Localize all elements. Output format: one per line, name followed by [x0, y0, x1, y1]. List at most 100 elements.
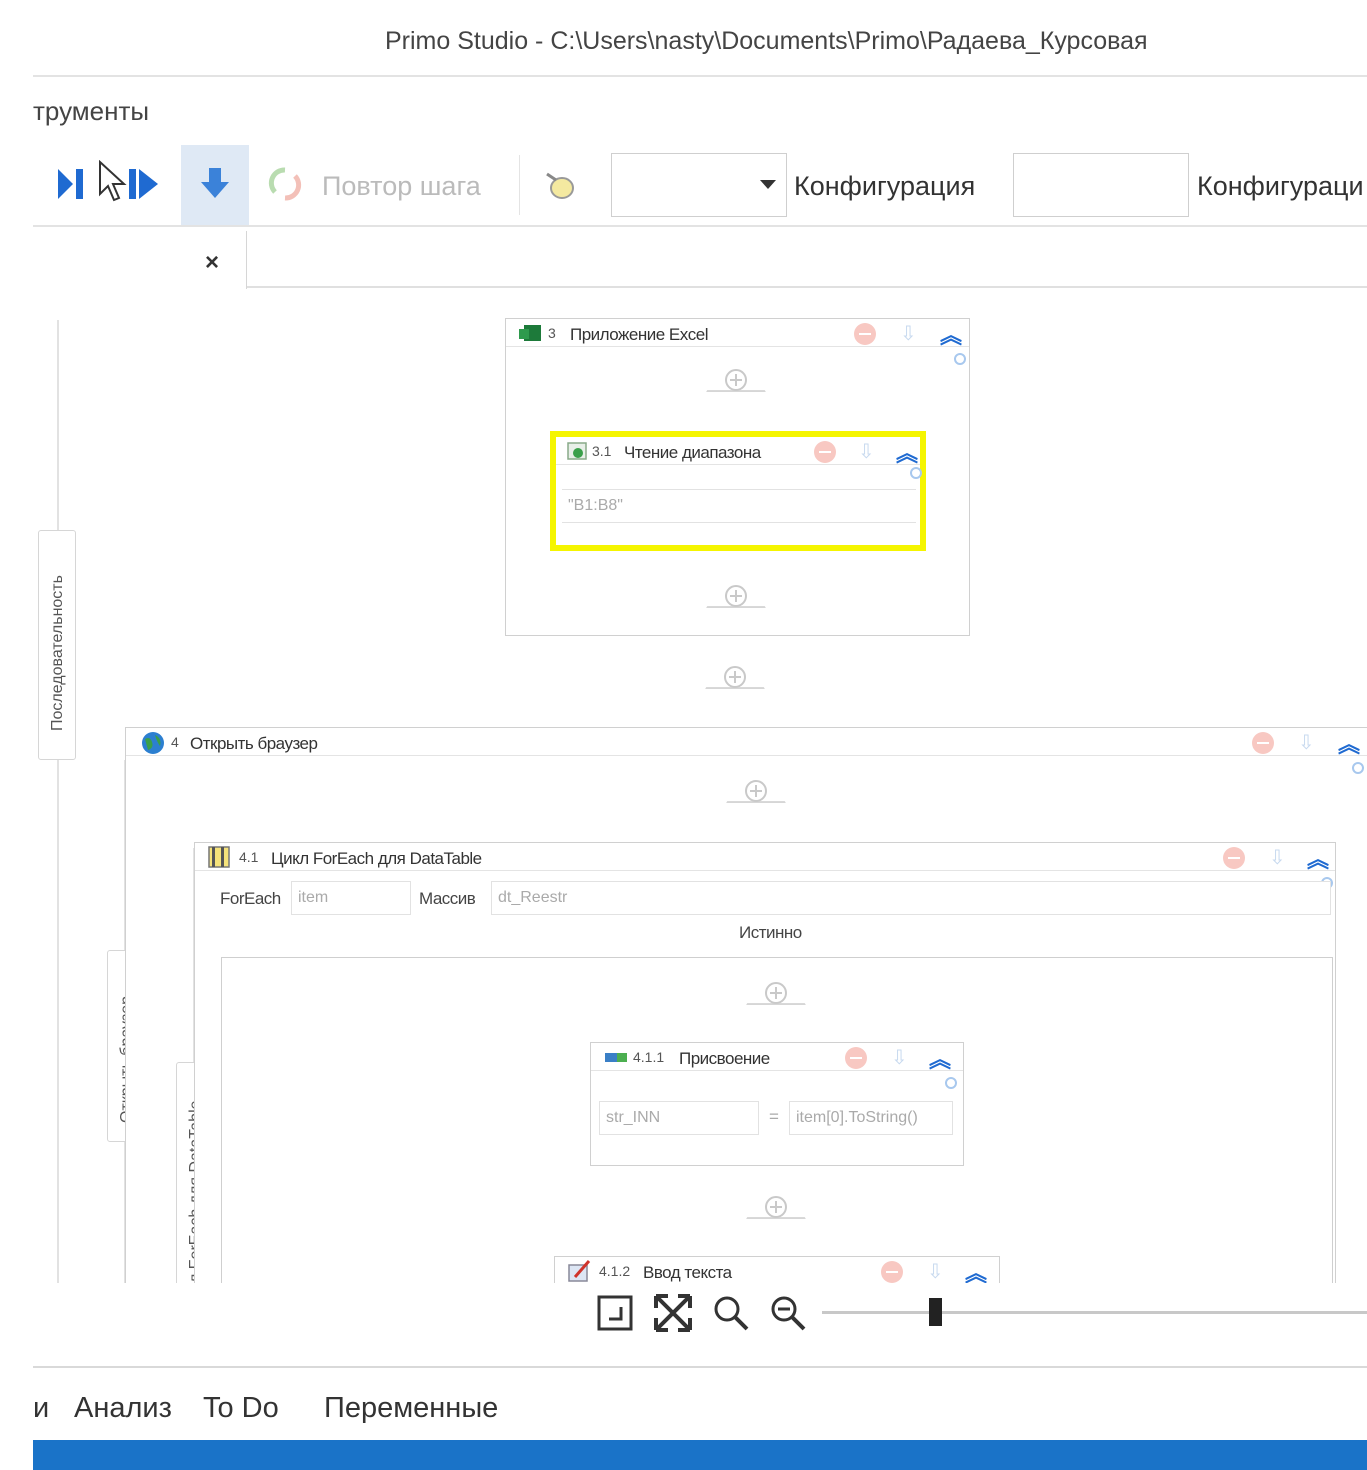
window-title: Primo Studio - C:\Users\nasty\Documents\… — [385, 27, 1148, 55]
sequence-side-label: Последовательность — [49, 575, 66, 731]
activity-header: 4 Открыть браузер ⇩ ︽ — [126, 727, 1367, 759]
foreach-icon — [208, 846, 230, 868]
zoom-slider-thumb[interactable] — [929, 1298, 942, 1326]
add-activity-icon[interactable] — [706, 367, 766, 395]
toolbar-divider — [33, 225, 1367, 227]
zoom-slider-track[interactable] — [822, 1311, 1367, 1314]
status-bar — [33, 1440, 1367, 1470]
activity-title: Присвоение — [679, 1049, 770, 1068]
sequence-side-tab[interactable]: Последовательность — [38, 530, 76, 760]
delete-icon[interactable] — [845, 1047, 867, 1069]
repeat-step-label: Повтор шага — [322, 171, 481, 201]
add-activity-icon[interactable] — [746, 1194, 806, 1222]
activity-number: 3.1 — [592, 443, 612, 459]
collapse-icon[interactable]: ︽ — [940, 318, 962, 350]
info-icon[interactable] — [910, 467, 922, 479]
foreach-item-field[interactable]: item — [291, 881, 411, 915]
tab-todo[interactable]: To Do — [203, 1392, 279, 1425]
collapse-icon[interactable]: ︽ — [929, 1042, 951, 1074]
assign-target-field[interactable]: str_INN — [599, 1101, 759, 1135]
activity-header: 4.1.1 Присвоение ⇩ ︽ — [591, 1042, 963, 1074]
type-text-icon — [568, 1260, 591, 1282]
close-tab-icon[interactable]: × — [205, 249, 219, 277]
range-field[interactable]: "B1:B8" — [562, 489, 916, 523]
move-down-icon[interactable]: ⇩ — [1298, 730, 1315, 755]
activity-foreach[interactable]: 4.1 Цикл ForEach для DataTable ⇩ ︽ ForEa… — [194, 842, 1336, 1283]
step-over-icon[interactable] — [126, 166, 162, 202]
fit-screen-icon[interactable] — [597, 1295, 633, 1331]
activity-number: 4.1.1 — [633, 1049, 665, 1065]
activity-excel-app[interactable]: 3 Приложение Excel ⇩ ︽ 3.1 Чтение диапаз… — [505, 318, 970, 636]
info-icon[interactable] — [1352, 762, 1364, 774]
activity-title: Цикл ForEach для DataTable — [271, 849, 482, 868]
activity-type-text[interactable]: 4.1.2 Ввод текста ⇩ ︽ — [554, 1256, 1000, 1283]
assign-value-field[interactable]: item[0].ToString() — [789, 1101, 953, 1135]
config-label-1: Конфигурация — [794, 171, 976, 201]
toolbar-separator — [519, 155, 520, 215]
workflow-canvas[interactable]: Последовательность 3 Приложение Excel ⇩ … — [33, 290, 1367, 1283]
collapse-icon[interactable]: ︽ — [965, 1256, 987, 1283]
true-branch-label: Истинно — [739, 923, 802, 942]
info-icon[interactable] — [954, 353, 966, 365]
chevron-down-icon[interactable] — [760, 180, 776, 189]
move-down-icon[interactable]: ⇩ — [858, 439, 875, 464]
info-icon[interactable] — [945, 1077, 957, 1089]
ribbon-tab-tools[interactable]: трументы — [33, 96, 149, 127]
add-activity-icon[interactable] — [706, 583, 766, 611]
add-activity-icon[interactable] — [705, 664, 765, 692]
delete-icon[interactable] — [1252, 732, 1274, 754]
tab-strip-line — [247, 286, 1367, 288]
config-combo[interactable] — [611, 153, 787, 217]
activity-header: 3 Приложение Excel ⇩ ︽ — [506, 318, 969, 350]
activity-read-range[interactable]: 3.1 Чтение диапазона ⇩ ︽ "B1:B8" — [550, 431, 926, 551]
add-activity-icon[interactable] — [746, 980, 806, 1008]
collapse-icon[interactable]: ︽ — [1307, 842, 1329, 874]
step-into-icon[interactable] — [198, 166, 232, 202]
sequence-line — [57, 320, 59, 530]
title-bar: Primo Studio - C:\Users\nasty\Documents\… — [0, 0, 1367, 76]
activity-header: 3.1 Чтение диапазона ⇩ ︽ — [556, 436, 920, 468]
delete-icon[interactable] — [1223, 847, 1245, 869]
zoom-out-icon[interactable] — [769, 1294, 807, 1332]
play-icon[interactable] — [55, 166, 91, 202]
foreach-body[interactable]: 4.1.1 Присвоение ⇩ ︽ str_INN = item[0].T… — [221, 957, 1333, 1283]
array-field[interactable]: dt_Reestr — [491, 881, 1331, 915]
tab-analysis[interactable]: Анализ — [74, 1392, 172, 1425]
move-down-icon[interactable]: ⇩ — [891, 1045, 908, 1070]
foreach-label: ForEach — [220, 889, 281, 908]
collapse-icon[interactable]: ︽ — [1338, 727, 1360, 759]
read-range-icon — [567, 442, 587, 460]
activity-header: 4.1.2 Ввод текста ⇩ ︽ — [555, 1257, 999, 1283]
activity-number: 3 — [548, 325, 556, 341]
activity-header: 4.1 Цикл ForEach для DataTable ⇩ ︽ — [195, 842, 1335, 874]
collapse-icon[interactable]: ︽ — [896, 436, 918, 468]
fullscreen-icon[interactable] — [654, 1294, 692, 1332]
activity-title: Открыть браузер — [190, 734, 318, 753]
assign-equals: = — [769, 1107, 779, 1126]
activity-assign[interactable]: 4.1.1 Присвоение ⇩ ︽ str_INN = item[0].T… — [590, 1042, 964, 1166]
move-down-icon[interactable]: ⇩ — [900, 321, 917, 346]
zoom-in-icon[interactable] — [712, 1294, 750, 1332]
activity-title: Ввод текста — [643, 1263, 732, 1282]
tab-variables[interactable]: Переменные — [324, 1392, 498, 1425]
sequence-line — [57, 760, 59, 1283]
title-divider — [33, 75, 1367, 77]
activity-open-browser[interactable]: 4 Открыть браузер ⇩ ︽ л ForEach для Data… — [125, 727, 1367, 1283]
tab-cut[interactable]: и — [33, 1392, 49, 1425]
delete-icon[interactable] — [814, 441, 836, 463]
delete-icon[interactable] — [854, 323, 876, 345]
highlight-icon[interactable] — [542, 168, 580, 204]
activity-number: 4 — [171, 734, 179, 750]
array-label: Массив — [419, 889, 476, 908]
repeat-step-icon — [268, 167, 302, 201]
move-down-icon[interactable]: ⇩ — [1269, 845, 1286, 870]
delete-icon[interactable] — [881, 1261, 903, 1283]
move-down-icon[interactable]: ⇩ — [927, 1259, 944, 1283]
activity-title: Приложение Excel — [570, 325, 709, 344]
config-label-2: Конфигураци — [1197, 171, 1364, 201]
add-activity-icon[interactable] — [726, 778, 786, 806]
activity-number: 4.1 — [239, 849, 259, 865]
assign-icon — [605, 1053, 627, 1062]
config-field[interactable] — [1013, 153, 1189, 217]
activity-title: Чтение диапазона — [624, 443, 761, 462]
